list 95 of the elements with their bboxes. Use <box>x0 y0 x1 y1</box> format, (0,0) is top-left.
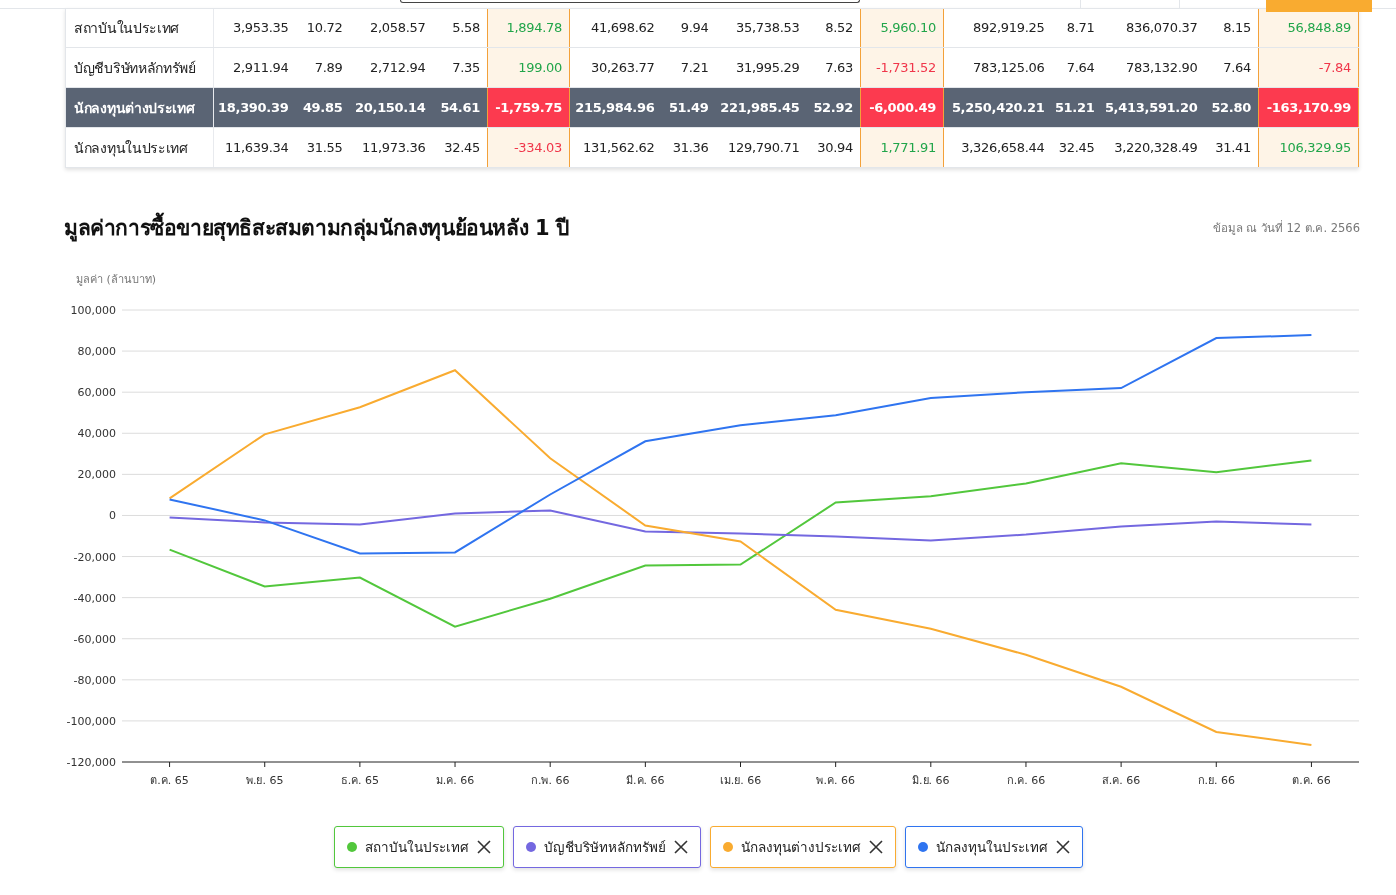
table-cell: 51.49 <box>661 87 716 128</box>
table-cell: 783,132.90 <box>1101 47 1205 88</box>
table-cell: 52.92 <box>806 87 861 128</box>
table-cell: 3,326,658.44 <box>943 127 1052 168</box>
y-tick-label: -40,000 <box>73 591 116 605</box>
net-value-cell: -1,759.75 <box>487 87 570 128</box>
table-cell: 31.55 <box>295 127 350 168</box>
net-value-cell: 56,848.89 <box>1258 8 1359 48</box>
table-cell: 3,953.35 <box>213 8 296 48</box>
net-value-cell: 199.00 <box>487 47 570 88</box>
table-cell: 783,125.06 <box>943 47 1052 88</box>
close-icon[interactable] <box>1055 840 1070 854</box>
close-icon[interactable] <box>868 840 883 854</box>
table-cell: 131,562.62 <box>569 127 662 168</box>
x-tick-label: มิ.ย. 66 <box>912 774 950 787</box>
y-tick-label: 40,000 <box>77 427 116 441</box>
legend-chip[interactable]: สถาบันในประเทศ <box>333 826 504 868</box>
y-tick-label: 80,000 <box>77 345 116 359</box>
x-tick-label: พ.ย. 65 <box>246 774 284 787</box>
table-cell: 7.21 <box>661 47 716 88</box>
table-cell: 836,070.37 <box>1101 8 1205 48</box>
table-cell: 30,263.77 <box>569 47 662 88</box>
table-cell: 54.61 <box>432 87 488 128</box>
y-tick-label: 100,000 <box>70 304 116 317</box>
table-cell: 11,639.34 <box>213 127 296 168</box>
table-cell: 51.21 <box>1051 87 1102 128</box>
y-tick-label: 20,000 <box>77 468 116 482</box>
x-tick-label: ต.ค. 65 <box>150 774 189 787</box>
net-value-cell: -163,170.99 <box>1258 87 1359 128</box>
table-cell: 52.80 <box>1204 87 1259 128</box>
y-tick-label: -20,000 <box>73 550 116 564</box>
row-label: บัญชีบริษัทหลักทรัพย์ <box>65 47 214 88</box>
table-cell: 10.72 <box>295 8 350 48</box>
x-tick-label: ต.ค. 66 <box>1292 774 1331 787</box>
net-value-cell: 106,329.95 <box>1258 127 1359 168</box>
table-cell: 129,790.71 <box>715 127 807 168</box>
y-tick-label: -120,000 <box>66 756 116 769</box>
table-cell: 9.94 <box>661 8 716 48</box>
x-tick-label: ก.ย. 66 <box>1197 774 1235 787</box>
table-cell: 31.36 <box>661 127 716 168</box>
y-tick-label: -60,000 <box>73 632 116 646</box>
table-cell: 5,250,420.21 <box>943 87 1052 128</box>
x-tick-label: เม.ย. 66 <box>719 774 762 787</box>
net-value-cell: 5,960.10 <box>860 8 944 48</box>
data-date-note: ข้อมูล ณ วันที่ 12 ต.ค. 2566 <box>1212 219 1360 237</box>
y-axis-title: มูลค่า (ล้านบาท) <box>76 272 157 288</box>
table-cell: 18,390.39 <box>213 87 296 128</box>
legend-chip[interactable]: นักลงทุนในประเทศ <box>904 826 1083 868</box>
net-value-cell: -1,731.52 <box>860 47 944 88</box>
row-label: นักลงทุนในประเทศ <box>65 127 214 168</box>
table-cell: 7.89 <box>295 47 350 88</box>
x-tick-label: ก.ค. 66 <box>1006 774 1046 787</box>
net-value-cell: -7.84 <box>1258 47 1359 88</box>
legend-label: นักลงทุนในประเทศ <box>935 838 1048 858</box>
close-icon[interactable] <box>673 840 688 854</box>
x-tick-label: พ.ค. 66 <box>816 774 855 787</box>
table-cell: 11,973.36 <box>349 127 433 168</box>
net-value-cell: -334.03 <box>487 127 570 168</box>
table-cell: 215,984.96 <box>569 87 662 128</box>
net-value-cell: 1,771.91 <box>860 127 944 168</box>
y-tick-label: -80,000 <box>73 673 116 687</box>
legend-label: สถาบันในประเทศ <box>364 838 469 857</box>
y-tick-label: 0 <box>109 509 116 523</box>
table-cell: 2,911.94 <box>213 47 296 88</box>
table-cell: 31,995.29 <box>715 47 807 88</box>
legend-label: บัญชีบริษัทหลักทรัพย์ <box>543 838 666 857</box>
x-tick-label: ธ.ค. 65 <box>340 774 380 787</box>
legend-chip[interactable]: นักลงทุนต่างประเทศ <box>709 826 896 868</box>
table-cell: 41,698.62 <box>569 8 662 48</box>
y-tick-label: 60,000 <box>77 386 116 400</box>
chart-title: มูลค่าการซื้อขายสุทธิสะสมตามกลุ่มนักลงทุนย้อนหลัง 1 ปี <box>64 211 569 244</box>
close-icon[interactable] <box>476 840 491 854</box>
x-tick-label: ก.พ. 66 <box>530 774 570 787</box>
table-cell: 221,985.45 <box>715 87 807 128</box>
legend-chip[interactable]: บัญชีบริษัทหลักทรัพย์ <box>512 826 701 868</box>
table-cell: 2,712.94 <box>349 47 433 88</box>
table-cell: 32.45 <box>1051 127 1102 168</box>
table-cell: 3,220,328.49 <box>1101 127 1205 168</box>
table-cell: 2,058.57 <box>349 8 433 48</box>
legend-label: นักลงทุนต่างประเทศ <box>740 838 861 858</box>
x-tick-label: มี.ค. 66 <box>626 774 665 787</box>
table-cell: 5,413,591.20 <box>1101 87 1205 128</box>
highlighted-row-label: นักลงทุนต่างประเทศ <box>65 87 214 128</box>
table-cell: 892,919.25 <box>943 8 1052 48</box>
table-cell: 8.71 <box>1051 8 1102 48</box>
y-tick-label: -100,000 <box>66 714 116 728</box>
table-cell: 7.64 <box>1051 47 1102 88</box>
net-value-cell: 1,894.78 <box>487 8 570 48</box>
x-tick-label: ม.ค. 66 <box>435 774 475 787</box>
x-tick-label: ส.ค. 66 <box>1101 774 1141 787</box>
table-cell: 49.85 <box>295 87 350 128</box>
table-cell: 20,150.14 <box>349 87 433 128</box>
net-value-cell: -6,000.49 <box>860 87 944 128</box>
row-label: สถาบันในประเทศ <box>65 8 214 48</box>
table-cell: 35,738.53 <box>715 8 807 48</box>
